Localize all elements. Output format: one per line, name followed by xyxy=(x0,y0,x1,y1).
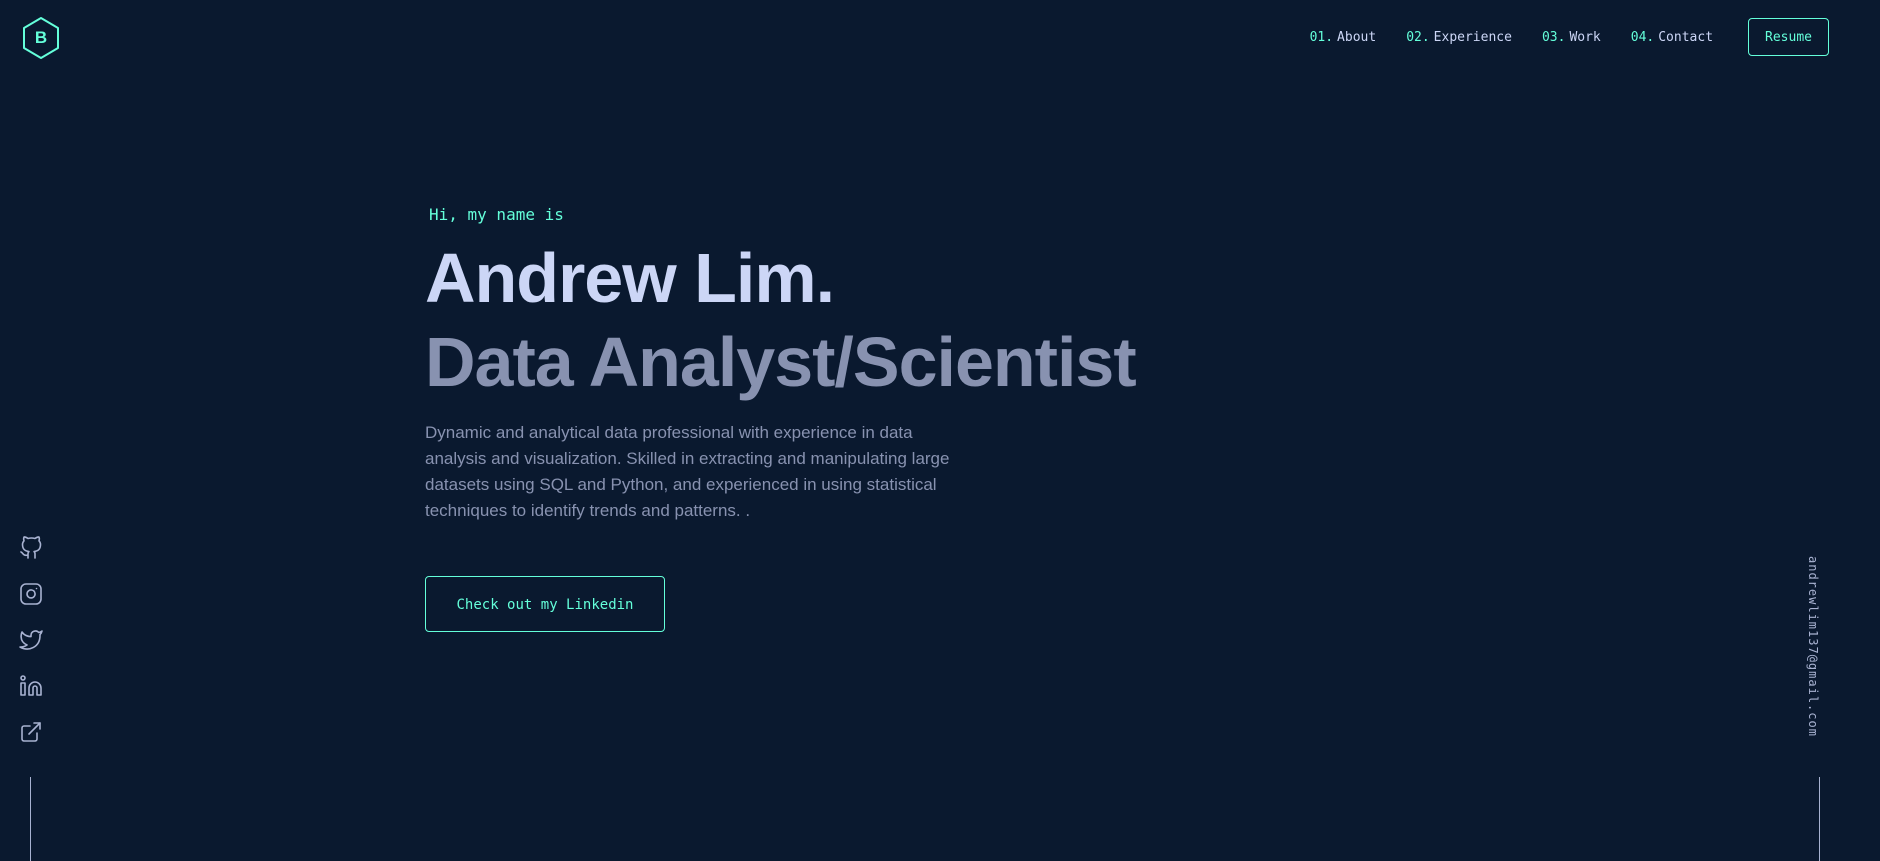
logo-letter: B xyxy=(34,28,48,47)
nav-item-work[interactable]: 03. Work xyxy=(1542,30,1601,45)
hero-section: Hi, my name is Andrew Lim. Data Analyst/… xyxy=(425,202,1137,632)
github-link[interactable] xyxy=(19,536,43,560)
linkedin-link[interactable] xyxy=(19,674,43,698)
instagram-icon xyxy=(20,583,42,605)
social-links xyxy=(19,536,43,766)
nav-item-number: 02. xyxy=(1406,29,1430,45)
hero-name: Andrew Lim. xyxy=(425,239,835,317)
email-link[interactable]: andrewlim137@gmail.com xyxy=(1806,556,1820,737)
nav-item-label: Experience xyxy=(1433,29,1512,45)
nav-item-number: 04. xyxy=(1630,29,1655,45)
hero-greeting: Hi, my name is xyxy=(429,205,564,224)
twitter-icon xyxy=(19,630,43,650)
instagram-link[interactable] xyxy=(19,582,43,606)
external-link[interactable] xyxy=(19,720,43,744)
left-divider-line xyxy=(30,777,31,861)
hero-role: Data Analyst/Scientist xyxy=(425,323,1137,401)
github-icon xyxy=(20,536,42,559)
main-nav: 01. About 02. Experience 03. Work 04. Contac… xyxy=(1310,18,1829,56)
email-sidebar: andrewlim137@gmail.com xyxy=(1806,556,1830,756)
home-logo-link[interactable]: B xyxy=(21,16,61,60)
resume-button[interactable]: Resume xyxy=(1748,18,1829,56)
hero-bio: Dynamic and analytical data professional… xyxy=(425,423,950,520)
linkedin-cta-button[interactable]: Check out my Linkedin xyxy=(425,576,665,632)
linkedin-icon xyxy=(20,675,42,696)
nav-item-label: Work xyxy=(1569,29,1601,45)
nav-item-experience[interactable]: 02. Experience xyxy=(1406,30,1512,45)
nav-item-number: 01. xyxy=(1309,29,1334,45)
nav-item-label: Contact xyxy=(1658,29,1714,45)
external-link-icon xyxy=(21,722,41,742)
nav-item-label: About xyxy=(1337,29,1377,45)
right-divider-line xyxy=(1819,777,1820,861)
nav-item-about[interactable]: 01. About xyxy=(1310,30,1377,45)
nav-item-number: 03. xyxy=(1541,29,1566,45)
nav-item-contact[interactable]: 04. Contact xyxy=(1631,30,1713,45)
twitter-link[interactable] xyxy=(19,628,43,652)
